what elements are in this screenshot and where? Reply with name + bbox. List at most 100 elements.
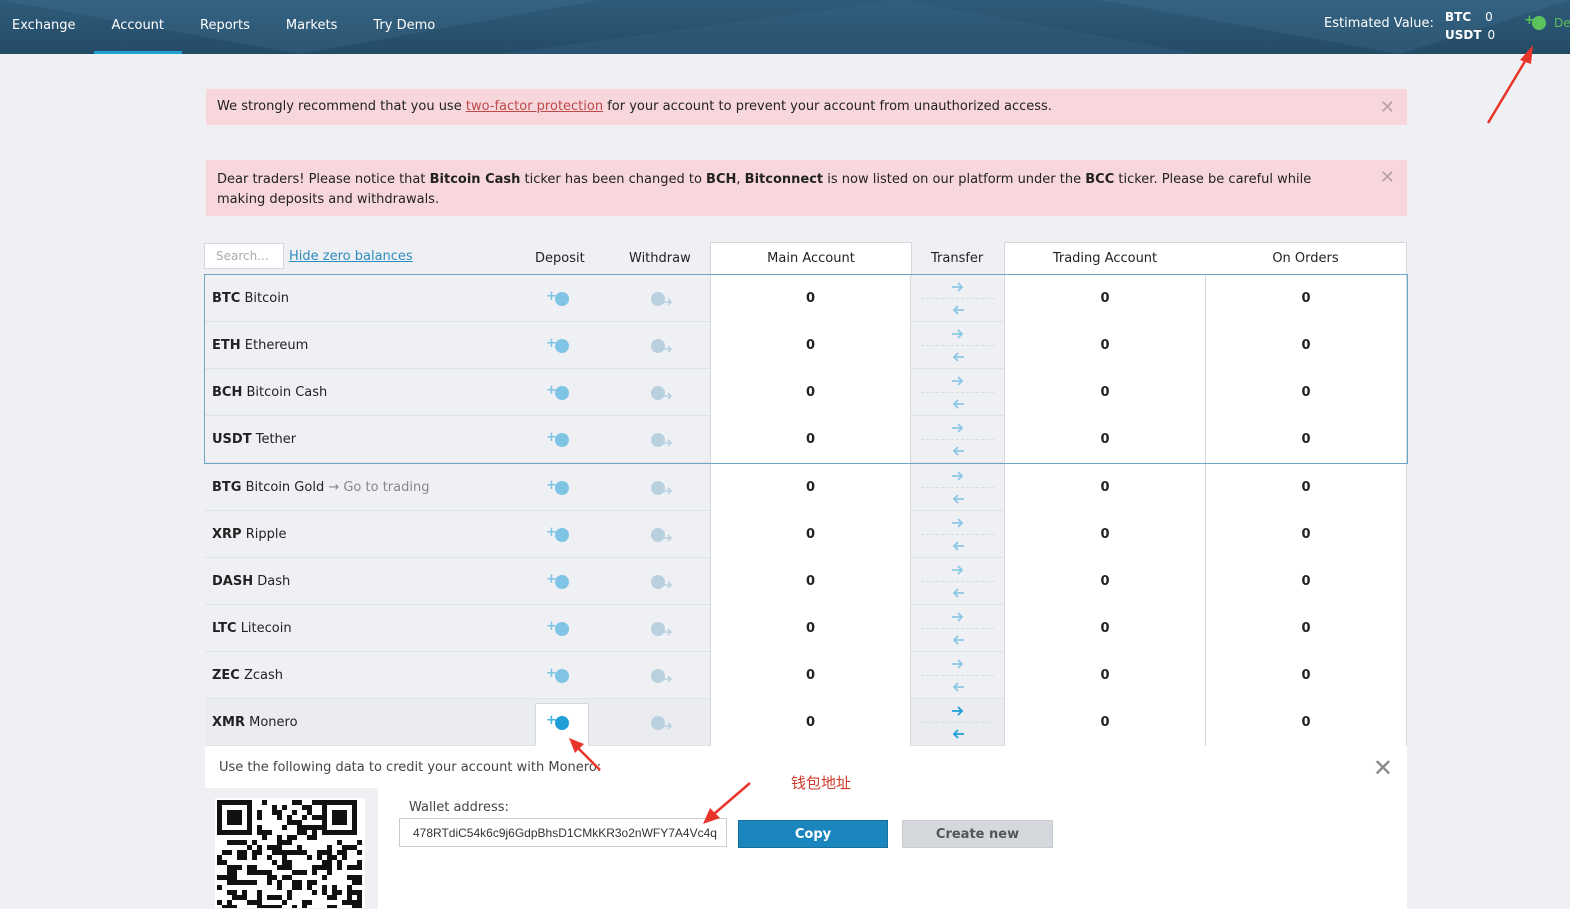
- on-orders-balance: 0: [1206, 322, 1407, 369]
- transfer-divider: [921, 392, 994, 393]
- main-account-balance: 0: [710, 605, 911, 652]
- transfer-divider: [921, 581, 994, 582]
- two-factor-alert: We strongly recommend that you use two-f…: [206, 89, 1407, 125]
- transfer-left-icon[interactable]: [951, 304, 965, 319]
- currency-full-name: Bitcoin Gold: [245, 480, 325, 495]
- transfer-left-icon[interactable]: [951, 681, 965, 696]
- nav-try-demo[interactable]: Try Demo: [355, 0, 453, 54]
- trading-account-balance: 0: [1004, 416, 1206, 463]
- transfer-right-icon[interactable]: [951, 375, 965, 390]
- currency-ticker: BTG: [212, 480, 242, 495]
- transfer-cell: [911, 464, 1004, 511]
- main-account-balance: 0: [710, 275, 911, 322]
- estimated-values: BTC 0 USDT 0: [1445, 8, 1495, 44]
- usdt-label: USDT: [1445, 28, 1482, 42]
- trading-account-balance: 0: [1004, 699, 1206, 746]
- main-account-balance: 0: [710, 416, 911, 463]
- wallet-address-label: Wallet address:: [409, 800, 509, 815]
- deposit-icon[interactable]: +: [1524, 13, 1550, 33]
- transfer-right-icon[interactable]: [951, 517, 965, 532]
- nav-exchange[interactable]: Exchange: [0, 0, 94, 54]
- svg-text:+: +: [546, 619, 557, 634]
- nav-account[interactable]: Account: [93, 0, 183, 54]
- nav-reports[interactable]: Reports: [182, 0, 268, 54]
- transfer-right-icon[interactable]: [951, 328, 965, 343]
- main-account-balance: 0: [710, 511, 911, 558]
- on-orders-balance: 0: [1206, 369, 1407, 416]
- transfer-left-icon[interactable]: [951, 493, 965, 508]
- go-to-trading-link[interactable]: → Go to trading: [324, 480, 429, 495]
- withdraw-icon[interactable]: [649, 338, 675, 360]
- header-main-account: Main Account: [710, 242, 912, 274]
- withdraw-icon[interactable]: [649, 621, 675, 643]
- deposit-icon[interactable]: +: [546, 383, 572, 407]
- wallet-address-field[interactable]: 478RTdiC54k6c9j6GdpBhsD1CMkKR3o2nWFY7A4V…: [399, 818, 727, 847]
- transfer-cell: [911, 322, 1004, 369]
- currency-name: XMR Monero: [212, 715, 298, 730]
- table-row: BCH Bitcoin Cash + 0 0 0: [205, 369, 1407, 416]
- withdraw-icon[interactable]: [649, 291, 675, 313]
- withdraw-icon[interactable]: [649, 385, 675, 407]
- deposit-label-partial[interactable]: De: [1554, 16, 1570, 30]
- nav-markets[interactable]: Markets: [268, 0, 355, 54]
- on-orders-balance: 0: [1206, 558, 1407, 605]
- transfer-right-icon[interactable]: [951, 422, 965, 437]
- withdraw-icon[interactable]: [649, 432, 675, 454]
- on-orders-balance: 0: [1206, 652, 1407, 699]
- btc-value: 0: [1485, 10, 1493, 24]
- deposit-icon[interactable]: +: [546, 430, 572, 454]
- transfer-left-icon[interactable]: [951, 728, 965, 743]
- deposit-icon[interactable]: +: [546, 572, 572, 596]
- close-icon[interactable]: ✕: [1373, 754, 1393, 782]
- table-row: ZEC Zcash + 0 0 0: [205, 652, 1407, 699]
- deposit-icon[interactable]: +: [546, 619, 572, 643]
- svg-text:+: +: [546, 383, 557, 398]
- copy-button[interactable]: Copy: [738, 820, 888, 848]
- create-new-button[interactable]: Create new: [902, 820, 1053, 848]
- transfer-left-icon[interactable]: [951, 398, 965, 413]
- close-icon[interactable]: ✕: [1380, 97, 1395, 118]
- transfer-right-icon[interactable]: [951, 564, 965, 579]
- close-icon[interactable]: ✕: [1380, 168, 1395, 188]
- header-deposit: Deposit: [535, 251, 585, 266]
- table-row: BTC Bitcoin + 0 0 0: [205, 275, 1407, 322]
- btc-label: BTC: [1445, 10, 1472, 24]
- withdraw-icon[interactable]: [649, 715, 675, 737]
- deposit-icon[interactable]: +: [546, 713, 572, 737]
- on-orders-balance: 0: [1206, 605, 1407, 652]
- transfer-left-icon[interactable]: [951, 351, 965, 366]
- withdraw-icon[interactable]: [649, 574, 675, 596]
- hide-zero-balances-link[interactable]: Hide zero balances: [289, 249, 413, 264]
- header-trading-account: Trading Account: [1004, 242, 1206, 274]
- transfer-right-icon[interactable]: [951, 611, 965, 626]
- transfer-right-icon[interactable]: [951, 281, 965, 296]
- transfer-cell: [911, 605, 1004, 652]
- deposit-icon[interactable]: +: [546, 289, 572, 313]
- transfer-left-icon[interactable]: [951, 634, 965, 649]
- transfer-left-icon[interactable]: [951, 540, 965, 555]
- on-orders-balance: 0: [1206, 416, 1407, 463]
- svg-text:+: +: [546, 289, 557, 304]
- on-orders-balance: 0: [1206, 275, 1407, 322]
- two-factor-link[interactable]: two-factor protection: [466, 99, 603, 114]
- deposit-icon[interactable]: +: [546, 478, 572, 502]
- alert2-part: is now listed on our platform under the: [823, 172, 1086, 187]
- currency-full-name: Tether: [255, 432, 297, 447]
- transfer-right-icon[interactable]: [951, 658, 965, 673]
- transfer-left-icon[interactable]: [951, 445, 965, 460]
- transfer-cell: [911, 275, 1004, 322]
- transfer-left-icon[interactable]: [951, 587, 965, 602]
- deposit-icon[interactable]: +: [546, 666, 572, 690]
- withdraw-icon[interactable]: [649, 527, 675, 549]
- transfer-right-icon[interactable]: [951, 470, 965, 485]
- withdraw-icon[interactable]: [649, 480, 675, 502]
- usdt-value: 0: [1487, 28, 1496, 42]
- deposit-icon[interactable]: +: [546, 525, 572, 549]
- deposit-icon[interactable]: +: [546, 336, 572, 360]
- transfer-right-icon[interactable]: [951, 705, 965, 720]
- search-input[interactable]: Search...: [204, 243, 284, 269]
- trading-account-balance: 0: [1004, 369, 1206, 416]
- ticker-change-alert: Dear traders! Please notice that Bitcoin…: [206, 160, 1407, 216]
- estimated-value-label: Estimated Value:: [1324, 16, 1434, 31]
- withdraw-icon[interactable]: [649, 668, 675, 690]
